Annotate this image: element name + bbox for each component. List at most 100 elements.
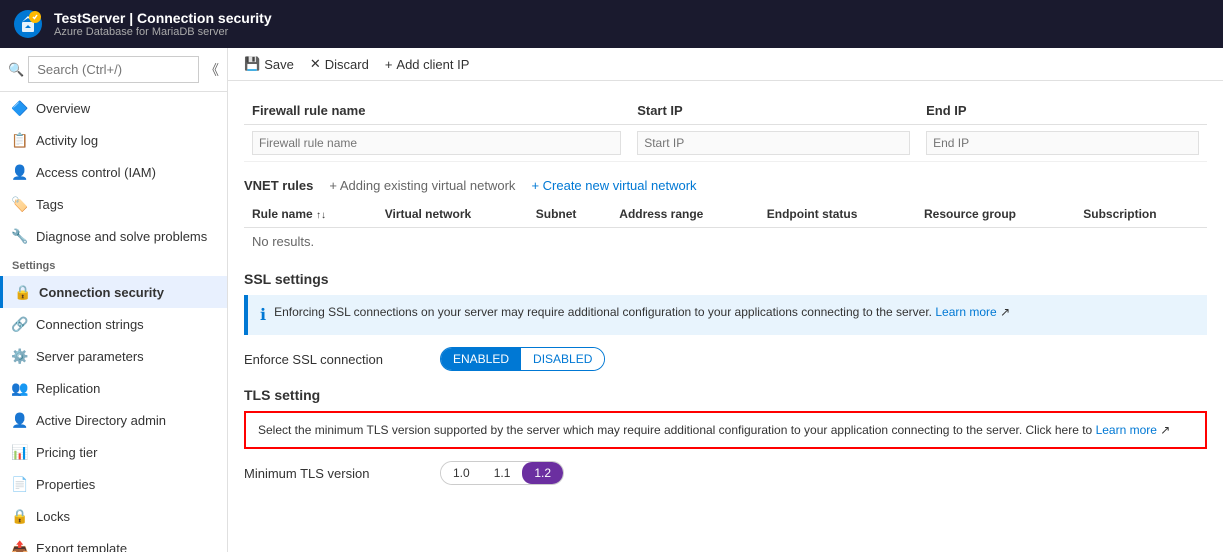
active-directory-icon: 👤 bbox=[12, 412, 28, 428]
tls-version-row: Minimum TLS version 1.0 1.1 1.2 bbox=[244, 461, 1207, 485]
settings-section-label: Settings bbox=[0, 252, 227, 276]
sidebar-item-connection-security[interactable]: 🔒 Connection security bbox=[0, 276, 227, 308]
col-rule-name: Firewall rule name bbox=[244, 97, 629, 125]
top-bar: TestServer | Connection security Azure D… bbox=[0, 0, 1223, 48]
vnet-section: VNET rules + Adding existing virtual net… bbox=[244, 178, 1207, 255]
app-icon bbox=[12, 8, 44, 40]
vnet-col-rule-name: Rule name ↑↓ bbox=[244, 201, 377, 228]
export-template-icon: 📤 bbox=[12, 540, 28, 552]
sidebar-item-label: Active Directory admin bbox=[36, 413, 166, 428]
tls-link-icon: ↗ bbox=[1160, 423, 1170, 437]
sidebar-item-export-template[interactable]: 📤 Export template bbox=[0, 532, 227, 552]
search-input[interactable] bbox=[28, 56, 199, 83]
tls-section-title: TLS setting bbox=[244, 387, 1207, 403]
vnet-rules-table: Rule name ↑↓ Virtual network Subnet Addr… bbox=[244, 201, 1207, 255]
tls-version-1-1-button[interactable]: 1.1 bbox=[482, 462, 523, 484]
add-client-ip-button[interactable]: + Add client IP bbox=[385, 57, 470, 72]
tls-version-label: Minimum TLS version bbox=[244, 466, 424, 481]
ssl-enabled-button[interactable]: ENABLED bbox=[441, 348, 521, 370]
tls-version-toggle: 1.0 1.1 1.2 bbox=[440, 461, 564, 485]
tls-version-1-0-button[interactable]: 1.0 bbox=[441, 462, 482, 484]
save-icon: 💾 bbox=[244, 56, 260, 72]
properties-icon: 📄 bbox=[12, 476, 28, 492]
end-ip-input[interactable] bbox=[926, 131, 1199, 155]
main-content: 💾 Save ✕ Discard + Add client IP Firewal… bbox=[228, 48, 1223, 552]
collapse-sidebar-button[interactable]: 《 bbox=[205, 60, 219, 80]
add-icon: + bbox=[385, 57, 393, 72]
content-body: Firewall rule name Start IP End IP V bbox=[228, 81, 1223, 552]
save-button[interactable]: 💾 Save bbox=[244, 56, 294, 72]
toolbar: 💾 Save ✕ Discard + Add client IP bbox=[228, 48, 1223, 81]
tls-info-text: Select the minimum TLS version supported… bbox=[258, 423, 1092, 437]
sidebar-item-label: Connection security bbox=[39, 285, 164, 300]
ssl-toggle-group: ENABLED DISABLED bbox=[440, 347, 605, 371]
sidebar-item-connection-strings[interactable]: 🔗 Connection strings bbox=[0, 308, 227, 340]
sidebar-item-label: Tags bbox=[36, 197, 63, 212]
sidebar-item-access-control[interactable]: 👤 Access control (IAM) bbox=[0, 156, 227, 188]
ssl-disabled-button[interactable]: DISABLED bbox=[521, 348, 604, 370]
col-end-ip: End IP bbox=[918, 97, 1207, 125]
discard-icon: ✕ bbox=[310, 56, 321, 72]
sidebar-item-label: Connection strings bbox=[36, 317, 144, 332]
access-control-icon: 👤 bbox=[12, 164, 28, 180]
vnet-col-virtual-network: Virtual network bbox=[377, 201, 528, 228]
sidebar-item-locks[interactable]: 🔒 Locks bbox=[0, 500, 227, 532]
connection-strings-icon: 🔗 bbox=[12, 316, 28, 332]
col-start-ip: Start IP bbox=[629, 97, 918, 125]
tags-icon: 🏷️ bbox=[12, 196, 28, 212]
sidebar-item-label: Overview bbox=[36, 101, 90, 116]
vnet-title: VNET rules bbox=[244, 178, 313, 193]
sidebar-item-overview[interactable]: 🔷 Overview bbox=[0, 92, 227, 124]
sidebar-item-label: Locks bbox=[36, 509, 70, 524]
ssl-section-title: SSL settings bbox=[244, 271, 1207, 287]
create-new-vnet-link[interactable]: + Create new virtual network bbox=[531, 178, 696, 193]
server-parameters-icon: ⚙️ bbox=[12, 348, 28, 364]
sidebar-item-diagnose[interactable]: 🔧 Diagnose and solve problems bbox=[0, 220, 227, 252]
sidebar-item-label: Server parameters bbox=[36, 349, 144, 364]
diagnose-icon: 🔧 bbox=[12, 228, 28, 244]
sidebar-item-label: Replication bbox=[36, 381, 100, 396]
replication-icon: 👥 bbox=[12, 380, 28, 396]
sidebar-item-tags[interactable]: 🏷️ Tags bbox=[0, 188, 227, 220]
locks-icon: 🔒 bbox=[12, 508, 28, 524]
page-title: TestServer | Connection security bbox=[54, 10, 272, 26]
sidebar: 🔍 《 🔷 Overview 📋 Activity log 👤 Access c… bbox=[0, 48, 228, 552]
ssl-section: SSL settings ℹ Enforcing SSL connections… bbox=[244, 271, 1207, 371]
sidebar-item-label: Access control (IAM) bbox=[36, 165, 156, 180]
pricing-tier-icon: 📊 bbox=[12, 444, 28, 460]
vnet-col-resource-group: Resource group bbox=[916, 201, 1075, 228]
tls-section: TLS setting Select the minimum TLS versi… bbox=[244, 387, 1207, 485]
sidebar-item-pricing-tier[interactable]: 📊 Pricing tier bbox=[0, 436, 227, 468]
vnet-col-subnet: Subnet bbox=[528, 201, 612, 228]
ssl-info-text: Enforcing SSL connections on your server… bbox=[274, 305, 1010, 319]
rule-name-input[interactable] bbox=[252, 131, 621, 155]
tls-version-1-2-button[interactable]: 1.2 bbox=[522, 462, 563, 484]
tls-learn-more-link[interactable]: Learn more bbox=[1096, 423, 1157, 437]
ssl-learn-more-link[interactable]: Learn more bbox=[935, 305, 996, 319]
info-icon: ℹ bbox=[260, 305, 266, 325]
sidebar-item-label: Properties bbox=[36, 477, 95, 492]
firewall-rule-row bbox=[244, 125, 1207, 162]
no-results-text: No results. bbox=[252, 230, 314, 253]
sort-icon: ↑↓ bbox=[316, 210, 326, 221]
sidebar-item-server-parameters[interactable]: ⚙️ Server parameters bbox=[0, 340, 227, 372]
sidebar-item-activity-log[interactable]: 📋 Activity log bbox=[0, 124, 227, 156]
discard-button[interactable]: ✕ Discard bbox=[310, 56, 369, 72]
sidebar-item-properties[interactable]: 📄 Properties bbox=[0, 468, 227, 500]
sidebar-item-label: Pricing tier bbox=[36, 445, 97, 460]
tls-info-box: Select the minimum TLS version supported… bbox=[244, 411, 1207, 449]
ssl-info-banner: ℹ Enforcing SSL connections on your serv… bbox=[244, 295, 1207, 335]
sidebar-item-active-directory[interactable]: 👤 Active Directory admin bbox=[0, 404, 227, 436]
search-bar: 🔍 《 bbox=[0, 48, 227, 92]
start-ip-input[interactable] bbox=[637, 131, 910, 155]
vnet-header: VNET rules + Adding existing virtual net… bbox=[244, 178, 1207, 193]
activity-log-icon: 📋 bbox=[12, 132, 28, 148]
top-bar-title-block: TestServer | Connection security Azure D… bbox=[54, 10, 272, 38]
add-existing-vnet-link[interactable]: + Adding existing virtual network bbox=[329, 178, 515, 193]
sidebar-item-label: Activity log bbox=[36, 133, 98, 148]
sidebar-item-replication[interactable]: 👥 Replication bbox=[0, 372, 227, 404]
vnet-col-endpoint-status: Endpoint status bbox=[759, 201, 916, 228]
enforce-ssl-row: Enforce SSL connection ENABLED DISABLED bbox=[244, 347, 1207, 371]
connection-security-icon: 🔒 bbox=[15, 284, 31, 300]
vnet-col-address-range: Address range bbox=[611, 201, 758, 228]
